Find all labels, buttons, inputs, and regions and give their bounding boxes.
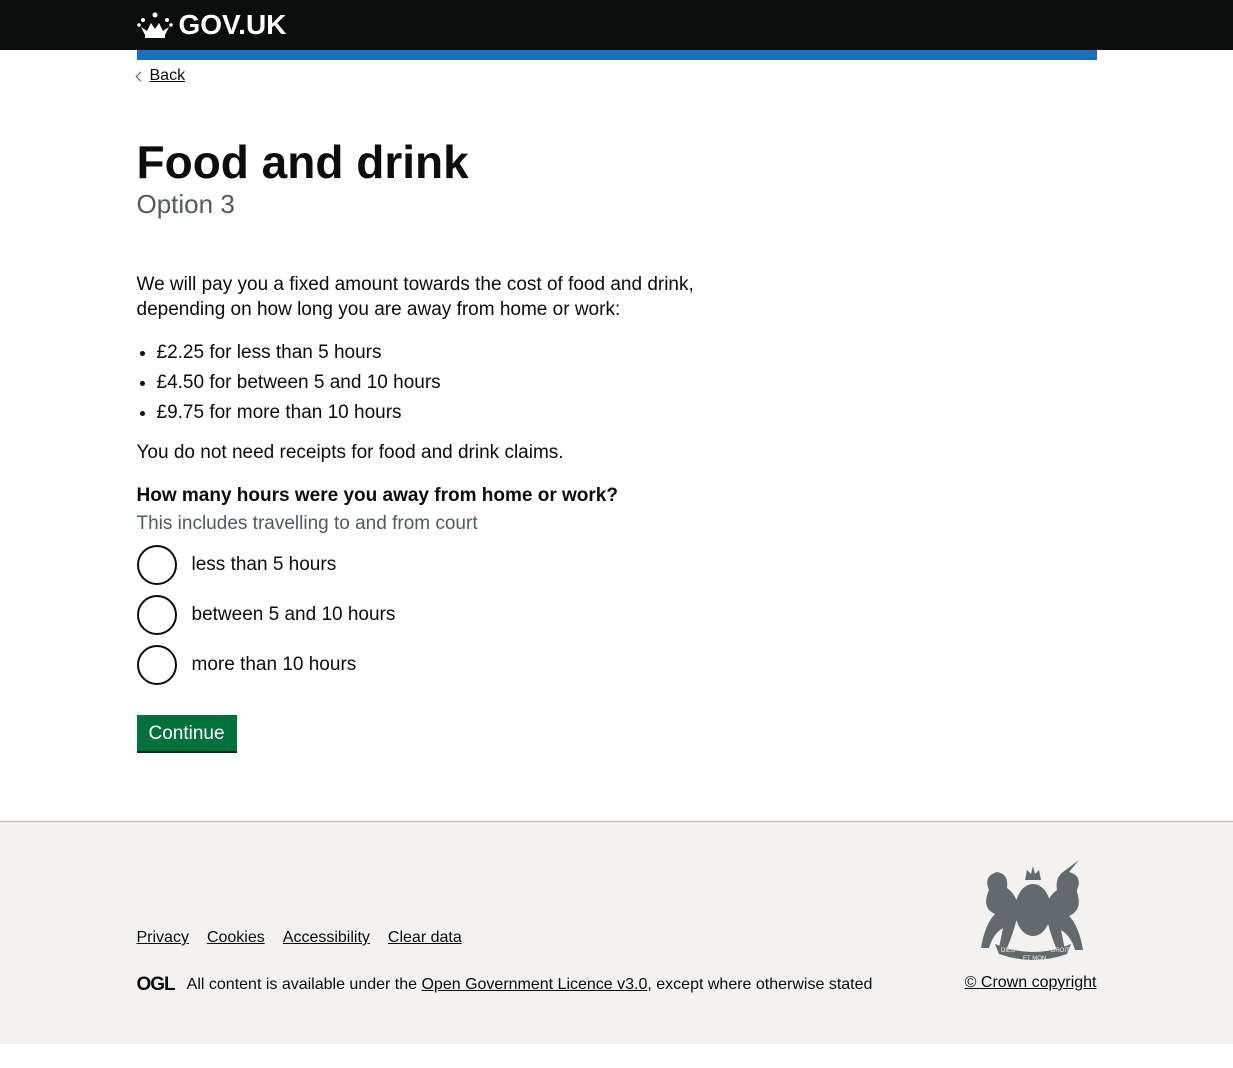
radio-label[interactable]: more than 10 hours <box>192 654 357 676</box>
receipts-note: You do not need receipts for food and dr… <box>136 442 564 463</box>
crown-copyright-link[interactable]: © Crown copyright <box>965 974 1097 992</box>
back-label: Back <box>149 67 186 84</box>
radio-5-to-10[interactable]: between 5 and 10 hours <box>136 595 1097 635</box>
site-footer: Privacy Cookies Accessibility Clear data… <box>0 821 1233 1044</box>
royal-coat-of-arms-icon: DIEU ET MON DROIT <box>980 860 1083 962</box>
crest-motto-et-mon: ET MON <box>1023 956 1046 962</box>
govuk-home-link[interactable]: GOV.UK <box>136 0 1097 50</box>
page-caption: Option 3 <box>136 189 235 219</box>
ogl-logo-icon: OGL <box>136 974 176 995</box>
back-link[interactable]: Back <box>135 67 186 85</box>
list-item: £9.75 for more than 10 hours <box>157 400 1097 425</box>
radio-button[interactable] <box>136 545 177 585</box>
radio-label[interactable]: less than 5 hours <box>192 554 337 576</box>
chevron-left-icon <box>135 71 145 81</box>
licence-text: All content is available under the Open … <box>187 976 873 994</box>
radio-less-than-5[interactable]: less than 5 hours <box>136 545 1097 585</box>
footer-link-clear-data[interactable]: Clear data <box>388 929 462 947</box>
crown-icon <box>136 12 173 38</box>
footer-link-privacy[interactable]: Privacy <box>137 929 189 947</box>
licence-link[interactable]: Open Government Licence v3.0 <box>421 976 647 993</box>
list-item: £4.50 for between 5 and 10 hours <box>157 370 1097 395</box>
radio-label[interactable]: between 5 and 10 hours <box>192 604 396 626</box>
site-header: GOV.UK <box>0 0 1233 60</box>
radio-button[interactable] <box>136 595 177 635</box>
page-title: Food and drink <box>136 136 469 188</box>
logo-text: GOV.UK <box>178 9 287 40</box>
question-hint: This includes travelling to and from cou… <box>136 513 478 534</box>
footer-link-accessibility[interactable]: Accessibility <box>283 929 370 947</box>
licence-prefix: All content is available under the <box>186 976 422 993</box>
list-item: £2.25 for less than 5 hours <box>157 340 1097 365</box>
crest-motto-dieu: DIEU <box>1001 948 1015 954</box>
main-content: Back Food and drink Option 3 We will pay… <box>135 50 1097 751</box>
question-legend: How many hours were you away from home o… <box>136 485 618 506</box>
footer-link-cookies[interactable]: Cookies <box>207 929 265 947</box>
hours-radio-group: less than 5 hours between 5 and 10 hours… <box>136 545 1097 685</box>
intro-text: We will pay you a fixed amount towards t… <box>136 274 694 320</box>
rates-list: £2.25 for less than 5 hours £4.50 for be… <box>137 340 1097 425</box>
licence-suffix: , except where otherwise stated <box>647 976 873 993</box>
radio-more-than-10[interactable]: more than 10 hours <box>136 645 1097 685</box>
licence-statement: OGL All content is available under the O… <box>137 974 873 996</box>
crest-motto-droit: DROIT <box>1051 948 1070 954</box>
continue-button[interactable]: Continue <box>136 715 237 751</box>
footer-links: Privacy Cookies Accessibility Clear data <box>137 929 462 947</box>
radio-button[interactable] <box>136 645 177 685</box>
